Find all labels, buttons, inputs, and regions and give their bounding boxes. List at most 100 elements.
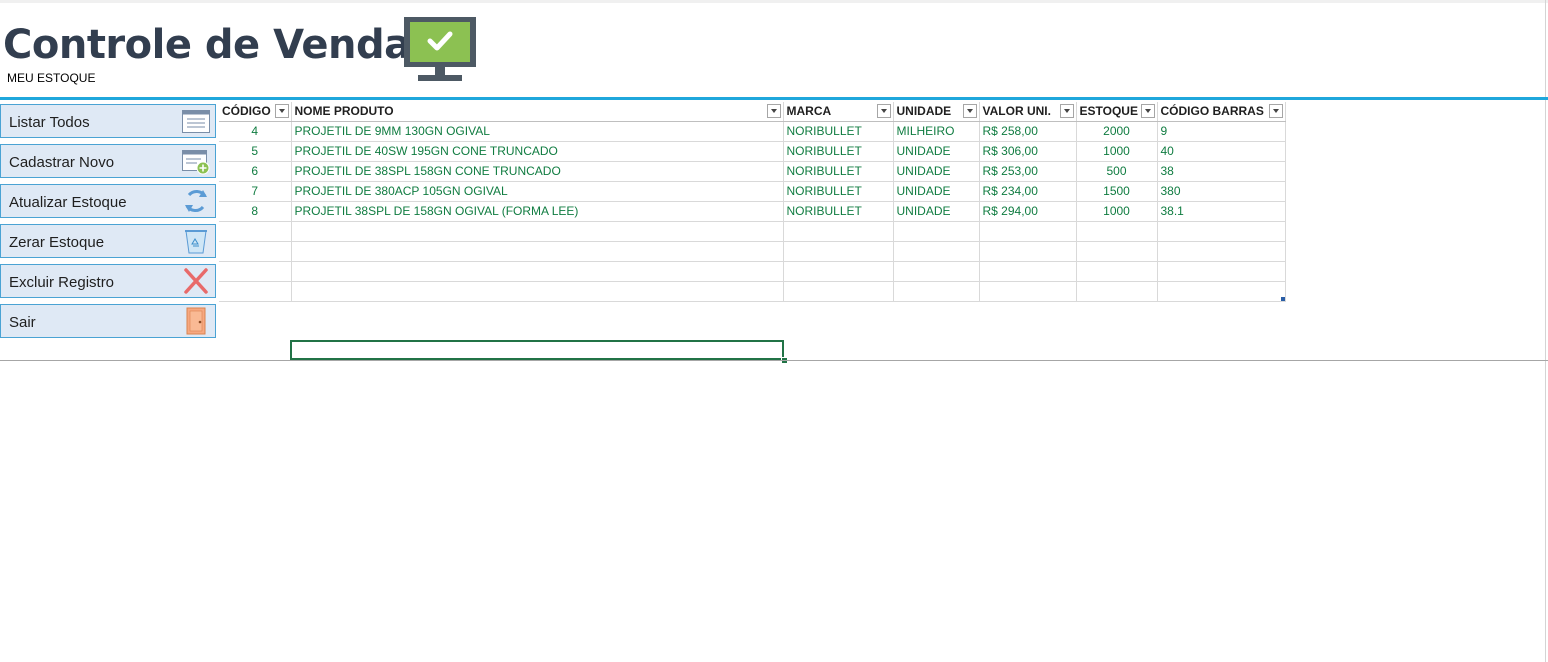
header-divider (0, 97, 1548, 100)
cell-empty[interactable] (979, 281, 1077, 302)
cell-codigo-barras[interactable]: 38 (1157, 161, 1286, 182)
cell-marca[interactable]: NORIBULLET (783, 161, 894, 182)
cell-empty[interactable] (1076, 281, 1158, 302)
cell-empty[interactable] (783, 221, 894, 242)
table-row-empty (219, 281, 1286, 302)
cell-marca[interactable]: NORIBULLET (783, 201, 894, 222)
zerar-estoque-button[interactable]: Zerar Estoque (0, 224, 216, 258)
cell-empty[interactable] (219, 261, 292, 282)
cell-codigo-barras[interactable]: 38.1 (1157, 201, 1286, 222)
cell-codigo[interactable]: 4 (219, 121, 292, 142)
filter-dropdown-icon[interactable] (1059, 104, 1074, 118)
cell-empty[interactable] (1076, 261, 1158, 282)
cell-unidade[interactable]: UNIDADE (893, 141, 980, 162)
cell-valor-uni[interactable]: R$ 306,00 (979, 141, 1077, 162)
selected-cell[interactable] (290, 340, 784, 360)
cell-empty[interactable] (1157, 261, 1286, 282)
cadastrar-novo-label: Cadastrar Novo (9, 154, 115, 171)
column-header-unidade[interactable]: UNIDADE (893, 102, 980, 122)
filter-dropdown-icon[interactable] (1140, 104, 1155, 118)
cell-empty[interactable] (979, 221, 1077, 242)
cell-empty[interactable] (1157, 281, 1286, 302)
column-header-label: NOME PRODUTO (294, 104, 394, 119)
cell-estoque[interactable]: 1000 (1076, 201, 1158, 222)
column-header-nome-produto[interactable]: NOME PRODUTO (291, 102, 784, 122)
cell-valor-uni[interactable]: R$ 253,00 (979, 161, 1077, 182)
cell-valor-uni[interactable]: R$ 294,00 (979, 201, 1077, 222)
column-header-valor-uni[interactable]: VALOR UNI. (979, 102, 1077, 122)
cell-unidade[interactable]: UNIDADE (893, 161, 980, 182)
cell-empty[interactable] (219, 221, 292, 242)
column-header-codigo[interactable]: CÓDIGO (219, 102, 292, 122)
cell-empty[interactable] (291, 241, 784, 262)
cell-empty[interactable] (893, 241, 980, 262)
cell-empty[interactable] (219, 241, 292, 262)
listar-todos-label: Listar Todos (9, 114, 90, 131)
cell-empty[interactable] (219, 281, 292, 302)
cell-estoque[interactable]: 1500 (1076, 181, 1158, 202)
cell-unidade[interactable]: MILHEIRO (893, 121, 980, 142)
column-header-label: ESTOQUE (1079, 104, 1138, 119)
filter-dropdown-icon[interactable] (962, 104, 977, 118)
column-header-label: MARCA (786, 104, 832, 119)
column-header-estoque[interactable]: ESTOQUE (1076, 102, 1158, 122)
column-header-marca[interactable]: MARCA (783, 102, 894, 122)
cell-marca[interactable]: NORIBULLET (783, 121, 894, 142)
excluir-registro-button[interactable]: Excluir Registro (0, 264, 216, 298)
cell-codigo[interactable]: 6 (219, 161, 292, 182)
sair-label: Sair (9, 314, 36, 331)
table-row: 8 PROJETIL 38SPL DE 158GN OGIVAL (FORMA … (219, 201, 1286, 222)
cell-estoque[interactable]: 500 (1076, 161, 1158, 182)
column-header-label: CÓDIGO (222, 104, 271, 119)
cell-estoque[interactable]: 1000 (1076, 141, 1158, 162)
cell-codigo[interactable]: 7 (219, 181, 292, 202)
cell-empty[interactable] (893, 281, 980, 302)
product-table: CÓDIGO NOME PRODUTO MARCA UNIDADE VALOR … (219, 102, 1286, 302)
sair-button[interactable]: Sair (0, 304, 216, 338)
listar-todos-button[interactable]: Listar Todos (0, 104, 216, 138)
cell-nome-produto[interactable]: PROJETIL DE 40SW 195GN CONE TRUNCADO (291, 141, 784, 162)
cell-estoque[interactable]: 2000 (1076, 121, 1158, 142)
table-resize-handle[interactable] (1281, 297, 1285, 301)
cell-codigo[interactable]: 8 (219, 201, 292, 222)
excluir-registro-label: Excluir Registro (9, 274, 115, 291)
cadastrar-novo-button[interactable]: Cadastrar Novo (0, 144, 216, 178)
cell-codigo-barras[interactable]: 40 (1157, 141, 1286, 162)
cell-nome-produto[interactable]: PROJETIL 38SPL DE 158GN OGIVAL (FORMA LE… (291, 201, 784, 222)
cell-codigo-barras[interactable]: 380 (1157, 181, 1286, 202)
filter-dropdown-icon[interactable] (274, 104, 289, 118)
cell-unidade[interactable]: UNIDADE (893, 201, 980, 222)
cell-marca[interactable]: NORIBULLET (783, 141, 894, 162)
cell-unidade[interactable]: UNIDADE (893, 181, 980, 202)
filter-dropdown-icon[interactable] (876, 104, 891, 118)
column-header-codigo-barras[interactable]: CÓDIGO BARRAS (1157, 102, 1286, 122)
cell-nome-produto[interactable]: PROJETIL DE 380ACP 105GN OGIVAL (291, 181, 784, 202)
cell-empty[interactable] (783, 281, 894, 302)
cell-empty[interactable] (291, 281, 784, 302)
page-title: Controle de Vendas (3, 22, 434, 68)
cell-empty[interactable] (1076, 241, 1158, 262)
cell-empty[interactable] (783, 241, 894, 262)
cell-valor-uni[interactable]: R$ 234,00 (979, 181, 1077, 202)
table-row-empty (219, 221, 1286, 242)
cell-empty[interactable] (893, 261, 980, 282)
cell-codigo[interactable]: 5 (219, 141, 292, 162)
cell-empty[interactable] (291, 261, 784, 282)
cell-nome-produto[interactable]: PROJETIL DE 9MM 130GN OGIVAL (291, 121, 784, 142)
cell-marca[interactable]: NORIBULLET (783, 181, 894, 202)
cell-empty[interactable] (1157, 221, 1286, 242)
cell-empty[interactable] (783, 261, 894, 282)
filter-dropdown-icon[interactable] (1268, 104, 1283, 118)
cell-nome-produto[interactable]: PROJETIL DE 38SPL 158GN CONE TRUNCADO (291, 161, 784, 182)
cell-codigo-barras[interactable]: 9 (1157, 121, 1286, 142)
cell-empty[interactable] (1076, 221, 1158, 242)
cell-valor-uni[interactable]: R$ 258,00 (979, 121, 1077, 142)
zerar-estoque-label: Zerar Estoque (9, 234, 105, 251)
cell-empty[interactable] (979, 241, 1077, 262)
cell-empty[interactable] (291, 221, 784, 242)
cell-empty[interactable] (1157, 241, 1286, 262)
cell-empty[interactable] (893, 221, 980, 242)
cell-empty[interactable] (979, 261, 1077, 282)
filter-dropdown-icon[interactable] (766, 104, 781, 118)
atualizar-estoque-button[interactable]: Atualizar Estoque (0, 184, 216, 218)
